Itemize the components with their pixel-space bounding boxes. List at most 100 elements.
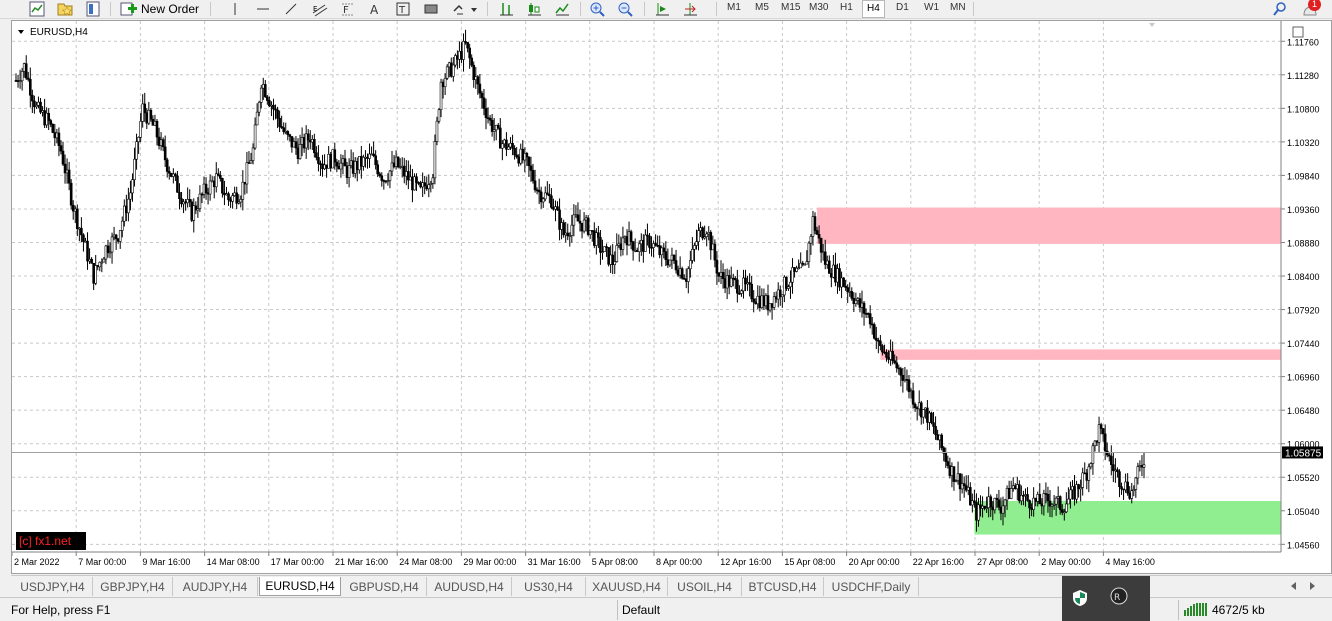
navigator-icon[interactable]: [84, 0, 102, 18]
tab-xauusd[interactable]: XAUUSD,H4: [586, 577, 668, 596]
zoom-out-icon[interactable]: [615, 0, 635, 18]
candle-body: [431, 177, 435, 184]
chart-maximize-icon[interactable]: [1292, 26, 1304, 38]
text-icon[interactable]: A: [366, 0, 384, 18]
cursor-line-icon[interactable]: [228, 0, 242, 18]
candle-body: [793, 267, 796, 272]
new-order-button[interactable]: New Order: [120, 0, 202, 18]
search-icon[interactable]: [1271, 0, 1289, 18]
candle-body: [897, 367, 901, 370]
candle-body: [517, 156, 520, 164]
candle-body: [100, 261, 104, 264]
horizontal-line-icon[interactable]: [254, 0, 272, 18]
candle-body: [1071, 486, 1074, 491]
fibonacci-icon[interactable]: F: [338, 0, 358, 18]
candle-body: [358, 156, 361, 171]
time-axis: 2 Mar 2022 7 Mar 00:00 9 Mar 16:00 14 Mar 0…: [12, 552, 1155, 567]
tabs-scroll-right-icon[interactable]: [1305, 577, 1319, 595]
line-chart-icon[interactable]: [552, 0, 572, 18]
chart-shift-marker-icon[interactable]: [1149, 23, 1155, 27]
candle-body: [823, 251, 827, 265]
timeframe-m15[interactable]: M15: [781, 2, 800, 13]
candle-body: [1054, 497, 1058, 505]
trendline-icon[interactable]: [282, 0, 300, 18]
tab-usdchf[interactable]: USDCHF,Daily: [824, 577, 919, 596]
bar-chart-icon[interactable]: [496, 0, 516, 18]
candle-body: [940, 434, 943, 449]
timeframe-d1[interactable]: D1: [896, 2, 909, 13]
candle-body: [249, 160, 253, 164]
candle-body: [235, 192, 238, 204]
new-chart-icon[interactable]: [28, 0, 46, 18]
tray-app-icon[interactable]: R: [1110, 587, 1130, 607]
candle-body: [433, 141, 437, 179]
demand-zone: [974, 500, 1281, 535]
candle-body: [684, 278, 688, 282]
candle-body: [537, 189, 541, 193]
candle-body: [621, 237, 625, 250]
candle-body: [129, 192, 132, 200]
tab-gbpusd[interactable]: GBPUSD,H4: [342, 577, 427, 596]
candle-body: [840, 277, 843, 288]
candle-body: [515, 154, 518, 158]
tab-btcusd[interactable]: BTCUSD,H4: [742, 577, 824, 596]
symbol-menu-icon[interactable]: [18, 30, 24, 34]
candle-body: [662, 247, 666, 252]
chart-shift-icon[interactable]: [680, 0, 700, 18]
candle-body: [90, 258, 93, 264]
candle-body: [280, 126, 283, 128]
notifications-icon[interactable]: 1: [1299, 0, 1323, 18]
profiles-icon[interactable]: [55, 0, 75, 18]
price-axis: 1.11760 1.11280 1.10800 1.10320 1.09840 1.093…: [1281, 37, 1320, 550]
candle-body: [991, 506, 995, 511]
autoscroll-icon[interactable]: [652, 0, 672, 18]
candle-body: [1122, 488, 1125, 491]
text-label-icon[interactable]: T: [394, 0, 412, 18]
timeframe-h1[interactable]: H1: [840, 2, 853, 13]
arrows-dropdown-icon[interactable]: [450, 0, 480, 18]
channel-icon[interactable]: E: [310, 0, 330, 18]
timeframe-m30[interactable]: M30: [809, 2, 828, 13]
tab-audjpy[interactable]: AUDJPY,H4: [173, 577, 258, 596]
tab-gbpjpy[interactable]: GBPJPY,H4: [93, 577, 173, 596]
timeframe-m5[interactable]: M5: [755, 2, 769, 13]
candle-body: [842, 277, 845, 287]
candle-body: [658, 245, 661, 256]
candle-body: [84, 240, 87, 243]
tab-usoil[interactable]: USOIL,H4: [668, 577, 742, 596]
timeframe-mn[interactable]: MN: [950, 2, 966, 13]
candle-body: [952, 466, 956, 482]
tab-us30[interactable]: US30,H4: [512, 577, 586, 596]
tabs-scroll-left-icon[interactable]: [1287, 577, 1301, 595]
tab-audusd[interactable]: AUDUSD,H4: [427, 577, 512, 596]
candle-body: [1081, 472, 1084, 488]
candle-body: [1030, 507, 1033, 510]
candlestick-icon[interactable]: [524, 0, 544, 18]
candle-body: [147, 109, 151, 124]
chart-window[interactable]: 1.11760 1.11280 1.10800 1.10320 1.09840 1.093…: [11, 20, 1332, 574]
candle-body: [400, 165, 404, 168]
security-shield-icon[interactable]: [1070, 588, 1092, 608]
price-chart[interactable]: 1.11760 1.11280 1.10800 1.10320 1.09840 1.093…: [12, 21, 1331, 573]
candle-body: [885, 352, 888, 358]
rectangle-icon[interactable]: [422, 0, 440, 18]
candle-body: [292, 141, 296, 148]
candle-body: [278, 117, 281, 127]
timeframe-h4[interactable]: H4: [862, 0, 885, 18]
candle-body: [306, 133, 310, 141]
timeframe-m1[interactable]: M1: [727, 2, 741, 13]
candle-body: [864, 313, 868, 315]
candle-body: [746, 282, 749, 285]
candle-body: [480, 92, 484, 99]
price-tick-label: 1.11280: [1287, 71, 1319, 81]
timeframe-w1[interactable]: W1: [924, 2, 939, 13]
candle-body: [727, 275, 731, 287]
candle-body: [449, 62, 453, 77]
tab-eurusd[interactable]: EURUSD,H4: [259, 577, 341, 596]
candle-body: [760, 295, 764, 308]
zoom-in-icon[interactable]: [587, 0, 607, 18]
candle-body: [672, 254, 676, 261]
candle-body: [251, 147, 255, 161]
tab-usdjpy[interactable]: USDJPY,H4: [13, 577, 93, 596]
candle-body: [590, 230, 594, 232]
